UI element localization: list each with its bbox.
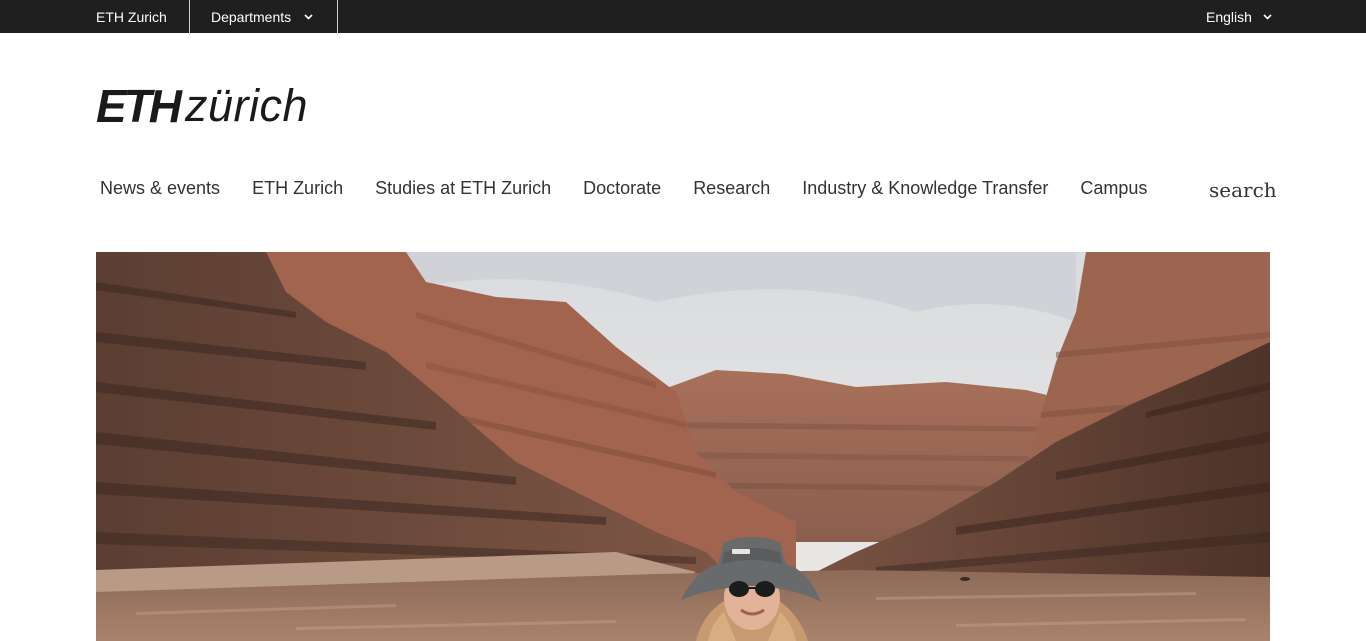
eth-zurich-logo[interactable]: ETH zürich (96, 80, 309, 132)
search-button[interactable]: search (1209, 178, 1277, 202)
nav-item-eth-zurich[interactable]: ETH Zurich (252, 178, 343, 199)
chevron-down-icon (1262, 11, 1273, 22)
main-navigation: News & events ETH Zurich Studies at ETH … (100, 177, 1147, 199)
canyon-river-photo (96, 252, 1270, 641)
language-label: English (1206, 8, 1252, 25)
eth-zurich-home-link[interactable]: ETH Zurich (96, 0, 167, 33)
nav-item-research[interactable]: Research (693, 178, 770, 199)
language-selector[interactable]: English (1206, 0, 1273, 33)
chevron-down-icon (303, 11, 314, 22)
nav-item-industry-knowledge-transfer[interactable]: Industry & Knowledge Transfer (802, 178, 1048, 199)
departments-dropdown[interactable]: Departments (211, 0, 314, 33)
logo-eth-text: ETH (96, 80, 182, 132)
departments-label: Departments (211, 8, 292, 25)
nav-item-doctorate[interactable]: Doctorate (583, 178, 661, 199)
nav-item-studies[interactable]: Studies at ETH Zurich (375, 178, 551, 199)
topbar-divider (189, 0, 190, 33)
top-bar: ETH Zurich Departments English (0, 0, 1366, 33)
hero-image[interactable] (96, 252, 1270, 641)
topbar-divider (337, 0, 338, 33)
nav-item-campus[interactable]: Campus (1080, 178, 1147, 199)
nav-item-news-events[interactable]: News & events (100, 178, 220, 199)
logo-zurich-text: zürich (185, 80, 309, 131)
